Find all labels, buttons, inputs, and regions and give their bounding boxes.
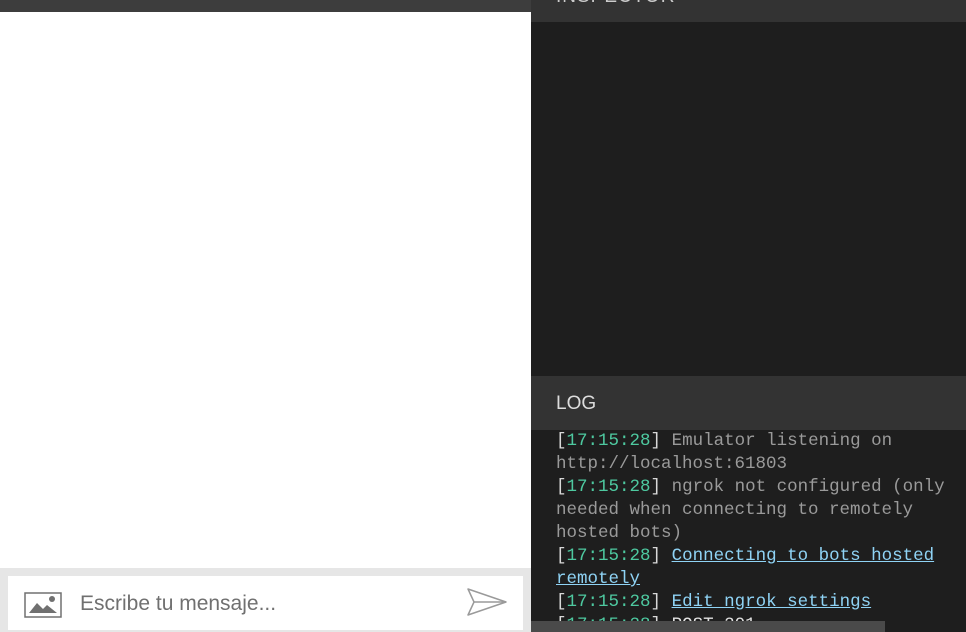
inspector-header: INSPECTOR <box>531 0 966 22</box>
chat-input-box <box>8 576 523 630</box>
chat-pane <box>0 0 531 632</box>
send-button[interactable] <box>466 586 508 618</box>
log-entry: [17:15:28] Edit ngrok settings <box>556 592 872 612</box>
log-title: LOG <box>556 393 597 414</box>
log-timestamp: 17:15:28 <box>566 592 651 612</box>
send-icon <box>467 588 507 616</box>
upload-image-button[interactable] <box>24 592 62 618</box>
log-header: LOG <box>531 376 966 430</box>
horizontal-scrollbar[interactable] <box>531 621 885 632</box>
chat-topbar <box>0 0 531 12</box>
log-entry: [17:15:28] ngrok not configured (only ne… <box>556 477 945 543</box>
log-lines: [17:15:28] Emulator listening on http://… <box>556 430 956 632</box>
chat-history[interactable] <box>0 12 531 568</box>
edit-ngrok-settings-link[interactable]: Edit ngrok settings <box>672 592 872 612</box>
image-icon <box>24 592 62 618</box>
log-entry: [17:15:28] Connecting to bots hosted rem… <box>556 546 935 589</box>
log-entry: [17:15:28] Emulator listening on http://… <box>556 431 893 474</box>
inspector-body <box>531 22 966 376</box>
right-pane: INSPECTOR LOG [17:15:28] Emulator listen… <box>531 0 966 632</box>
log-timestamp: 17:15:28 <box>566 431 651 451</box>
log-panel[interactable]: [17:15:28] Emulator listening on http://… <box>531 430 966 632</box>
log-timestamp: 17:15:28 <box>566 477 651 497</box>
message-input[interactable] <box>80 584 450 624</box>
log-timestamp: 17:15:28 <box>566 546 651 566</box>
chat-input-area <box>0 568 531 632</box>
inspector-title: INSPECTOR <box>556 0 676 8</box>
